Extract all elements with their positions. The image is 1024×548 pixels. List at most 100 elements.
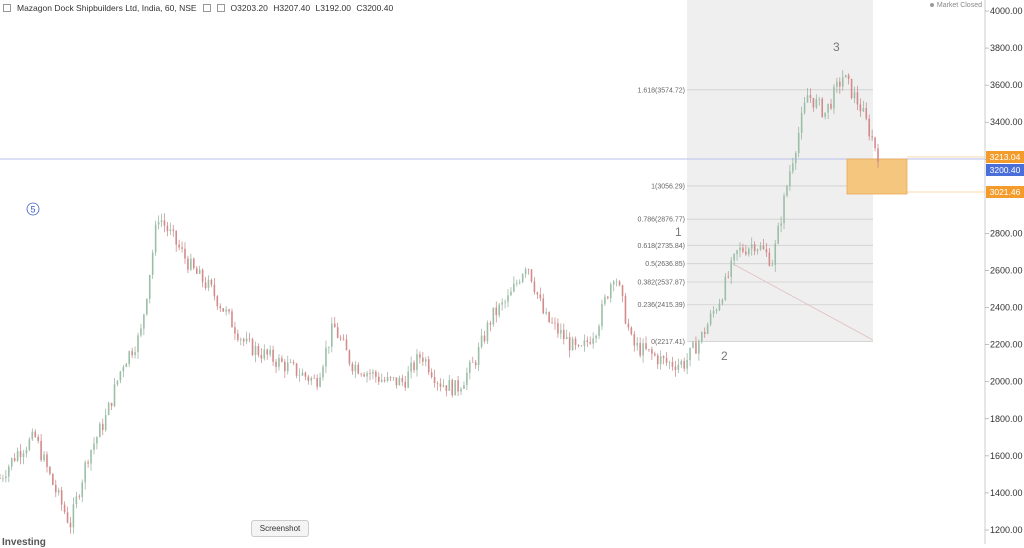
candle-body: [642, 343, 644, 356]
candle-body: [442, 385, 445, 387]
candle-body: [57, 490, 60, 493]
candle-body: [419, 354, 421, 358]
candle-body: [659, 356, 662, 365]
candle-body: [636, 342, 639, 346]
candle-body: [589, 342, 592, 344]
candle-body: [225, 309, 227, 312]
candle-body: [859, 104, 862, 112]
candle-body: [398, 377, 401, 386]
candle-body: [119, 371, 122, 381]
candle-body: [712, 311, 715, 314]
candle-body: [521, 274, 524, 282]
candle-body: [93, 443, 95, 451]
candle-body: [116, 380, 119, 385]
candle-body: [466, 372, 468, 385]
candle-body: [19, 451, 22, 458]
candle-body: [651, 349, 653, 354]
y-tick-label: 3600.00: [990, 80, 1023, 90]
candle-body: [372, 371, 374, 374]
candle-body: [157, 222, 160, 225]
candle-body: [786, 186, 788, 196]
candle-body: [131, 351, 133, 356]
candle-body: [278, 358, 280, 367]
candle-body: [439, 383, 442, 387]
price-chart[interactable]: 1.618(3574.72) 1(3056.29) 0.786(2876.77) 0.…: [0, 0, 1024, 544]
candle-body: [5, 476, 7, 479]
fib-level-label: 0(2217.41): [651, 339, 685, 346]
candle-body: [228, 309, 230, 312]
candle-body: [504, 301, 506, 303]
candle-body: [871, 136, 873, 138]
candle-body: [187, 258, 189, 270]
candle-body: [195, 268, 198, 274]
candle-body: [99, 423, 101, 438]
candle-body: [204, 282, 207, 289]
candle-body: [560, 330, 562, 334]
candle-body: [753, 244, 756, 252]
candle-body: [571, 338, 574, 351]
candle-body: [463, 384, 465, 389]
y-tick-label: 1400.00: [990, 488, 1023, 498]
candle-body: [756, 249, 759, 252]
candle-body: [245, 338, 248, 342]
candle-body: [72, 504, 75, 528]
candle-body: [536, 292, 539, 295]
fib-level-label: 0.5(2636.85): [645, 261, 685, 268]
candle-body: [248, 338, 251, 340]
candle-body: [360, 373, 362, 375]
candle-body: [219, 306, 222, 309]
candle-body: [436, 383, 439, 384]
candle-body: [727, 276, 730, 278]
y-tick-label: 2400.00: [990, 303, 1023, 313]
candle-body: [771, 264, 774, 266]
candle-body: [609, 284, 612, 299]
candle-body: [665, 358, 668, 363]
candle-body: [175, 230, 177, 245]
candle-body: [477, 346, 480, 366]
candle-body: [747, 248, 750, 255]
candle-body: [586, 340, 589, 343]
candle-body: [193, 258, 195, 269]
candle-body: [272, 349, 274, 362]
candle-body: [169, 229, 172, 232]
candle-body: [618, 281, 621, 286]
candle-body: [680, 361, 683, 365]
candle-body: [351, 363, 354, 372]
candle-body: [789, 171, 791, 187]
candle-body: [289, 362, 292, 363]
candle-body: [513, 283, 515, 292]
candle-body: [54, 484, 57, 493]
candle-body: [52, 473, 54, 485]
candle-body: [454, 380, 456, 396]
candle-body: [598, 326, 600, 336]
candle-body: [674, 366, 677, 370]
y-axis[interactable]: 4000.003800.003600.003400.003200.002800.…: [985, 6, 1023, 535]
candle-body: [163, 220, 166, 226]
candle-body: [548, 311, 550, 323]
candle-body: [181, 247, 183, 249]
screenshot-button[interactable]: Screenshot: [251, 520, 309, 537]
candle-body: [780, 223, 782, 226]
lower-target-tag: 3021.46: [986, 186, 1024, 198]
candle-body: [216, 296, 219, 307]
candle-body: [630, 327, 633, 335]
candle-body: [242, 339, 245, 342]
candle-body: [542, 298, 545, 314]
candle-body: [427, 359, 430, 373]
candle-body: [66, 512, 69, 523]
target-box: [846, 158, 908, 195]
candle-body: [701, 332, 703, 342]
candle-body: [580, 345, 583, 347]
candle-body: [812, 97, 815, 108]
candle-body: [96, 437, 98, 444]
candle-body: [574, 338, 577, 345]
candle-body: [648, 349, 650, 350]
candle-body: [231, 311, 233, 328]
candle-body: [460, 388, 462, 392]
candle-body: [686, 360, 688, 369]
candle-body: [234, 327, 236, 334]
candle-body: [677, 364, 680, 370]
fib-level-label: 0.236(2415.39): [638, 302, 685, 309]
candle-body: [143, 314, 145, 329]
candle-body: [507, 295, 509, 302]
